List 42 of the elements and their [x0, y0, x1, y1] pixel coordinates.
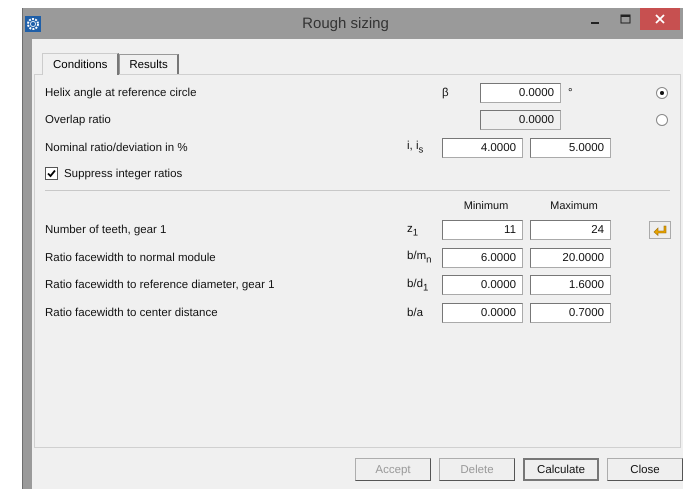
field-label: Nominal ratio/deviation in %: [45, 142, 189, 154]
symbol-label: β: [442, 86, 449, 99]
enter-arrow-icon: [653, 224, 667, 236]
radio-button[interactable]: [656, 86, 668, 99]
field-label: Number of teeth, gear 1: [45, 224, 168, 236]
field-label: Ratio facewidth to center distance: [45, 306, 219, 319]
input-field[interactable]: 6.0000: [442, 248, 523, 268]
input-field[interactable]: 24: [530, 220, 611, 240]
dialog-button[interactable]: Calculate: [523, 458, 599, 481]
column-header: Minimum: [462, 200, 510, 212]
symbol-label: i, i$_{s}$: [407, 140, 424, 152]
maximize-icon: [620, 14, 630, 24]
close-button[interactable]: [640, 8, 680, 30]
input-field[interactable]: 1.6000: [530, 275, 611, 296]
input-field[interactable]: 0.0000: [442, 275, 523, 296]
unit-label: °: [568, 86, 573, 99]
gear-icon: [25, 16, 41, 32]
symbol-label: b/d$_{1}$: [407, 278, 428, 290]
window-title: Rough sizing: [301, 15, 390, 32]
dialog-button[interactable]: Close: [607, 458, 683, 481]
input-field[interactable]: 20.0000: [530, 248, 611, 268]
minimize-icon: [591, 22, 599, 24]
field-label: Helix angle at reference circle: [45, 86, 198, 99]
symbol-label: b/m$_{n}$: [407, 250, 432, 262]
input-field[interactable]: 0.0000: [480, 82, 561, 103]
tab[interactable]: Results: [119, 54, 179, 74]
input-field[interactable]: 0.0000: [442, 302, 523, 323]
input-field[interactable]: 0.7000: [530, 302, 611, 323]
field-label: Ratio facewidth to reference diameter, gear 1: [45, 279, 276, 292]
column-header: Maximum: [549, 200, 599, 212]
tab[interactable]: Conditions: [42, 53, 120, 75]
checkbox[interactable]: [45, 167, 58, 180]
input-field[interactable]: 4.0000: [442, 138, 523, 158]
field-label: Overlap ratio: [45, 114, 112, 126]
close-icon: [655, 14, 665, 24]
checkbox-label: Suppress integer ratios: [64, 168, 182, 180]
input-field[interactable]: 11: [442, 220, 523, 240]
symbol-label: b/a: [407, 306, 423, 319]
input-field[interactable]: 5.0000: [530, 138, 611, 158]
apply-button[interactable]: [649, 221, 671, 240]
field-label: Ratio facewidth to normal module: [45, 252, 217, 264]
symbol-label: z$_{1}$: [407, 222, 418, 235]
